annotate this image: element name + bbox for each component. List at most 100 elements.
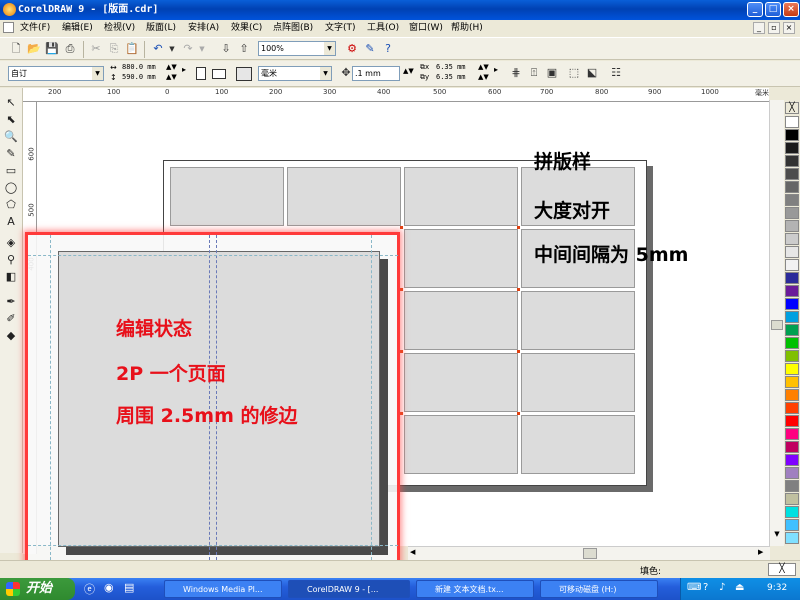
print-icon[interactable]: ⎙ (62, 41, 78, 57)
menu-window[interactable]: 窗口(W) (406, 21, 446, 35)
tray-volume-icon[interactable]: ♪ (719, 582, 725, 593)
color-swatch[interactable] (785, 207, 799, 219)
doc-minimize-button[interactable]: _ (753, 22, 765, 34)
color-swatch[interactable] (785, 272, 799, 284)
sheet-cell[interactable] (404, 291, 518, 350)
duplicate-offset-y-field[interactable]: 6.35 mm (436, 73, 466, 81)
color-swatch[interactable] (785, 220, 799, 232)
page-height-field[interactable]: 590.0 mm (122, 73, 156, 81)
sheet-cell[interactable] (521, 291, 635, 350)
units-select[interactable]: 毫米 ▼ (258, 66, 332, 81)
doc-close-button[interactable]: × (783, 22, 795, 34)
quicklaunch-browser-icon[interactable]: ◉ (104, 581, 118, 595)
options-icon[interactable]: ☷ (608, 65, 624, 81)
sheet-cell[interactable] (521, 415, 635, 474)
menu-layout[interactable]: 版面(L) (143, 21, 179, 35)
ellipse-tool-icon[interactable]: ◯ (4, 181, 18, 195)
shape-tool-icon[interactable]: ⬉ (4, 113, 18, 127)
pick-tool-icon[interactable]: ↖ (4, 96, 18, 110)
horizontal-scroll-thumb[interactable] (583, 548, 597, 559)
fill-none-indicator[interactable]: ╳ (768, 563, 796, 576)
spinner-arrow-icon[interactable]: ▸ (494, 65, 498, 74)
color-swatch[interactable] (785, 415, 799, 427)
color-swatch[interactable] (785, 493, 799, 505)
color-swatch[interactable] (785, 480, 799, 492)
text-tool-icon[interactable]: A (4, 215, 18, 229)
scroll-right-icon[interactable]: ▶ (758, 548, 768, 559)
close-button[interactable]: × (783, 2, 799, 17)
vertical-scrollbar[interactable]: ▼ (769, 100, 784, 546)
horizontal-scrollbar[interactable]: ◀ ▶ (408, 546, 770, 560)
clock[interactable]: 9:32 (767, 583, 787, 593)
nudge-spinner-icon[interactable]: ▲▼ (403, 67, 414, 75)
new-file-icon[interactable]: 🗋 (8, 41, 24, 57)
quicklaunch-ie-icon[interactable]: ⓔ (84, 581, 98, 596)
horizontal-ruler[interactable]: 200 100 0 100 200 300 400 500 600 700 80… (23, 88, 769, 102)
quicklaunch-desktop-icon[interactable]: ▤ (124, 581, 138, 595)
zoom-tool-icon[interactable]: 🔍 (4, 130, 18, 144)
maximize-button[interactable]: □ (765, 2, 781, 17)
color-swatch[interactable] (785, 116, 799, 128)
color-swatch[interactable] (785, 194, 799, 206)
snap-guidelines-icon[interactable]: ⍐ (526, 65, 542, 81)
menu-edit[interactable]: 编辑(E) (59, 21, 96, 35)
help-pointer-icon[interactable]: ? (380, 41, 396, 57)
height-spinner-icon[interactable]: ▲▼ (166, 73, 177, 81)
cut-icon[interactable]: ✂ (88, 41, 104, 57)
menu-file[interactable]: 文件(F) (17, 21, 53, 35)
two-page-spread[interactable] (58, 251, 380, 547)
color-swatch[interactable] (785, 519, 799, 531)
menu-text[interactable]: 文字(T) (322, 21, 359, 35)
sheet-cell[interactable] (404, 415, 518, 474)
color-swatch[interactable] (785, 350, 799, 362)
color-swatch[interactable] (785, 129, 799, 141)
page-frame-icon[interactable] (236, 67, 252, 81)
paste-icon[interactable]: 📋 (124, 41, 140, 57)
zoom-level-select[interactable]: 100% ▼ (258, 41, 336, 56)
color-swatch[interactable] (785, 402, 799, 414)
tray-help-icon[interactable]: ? (703, 582, 708, 593)
copy-icon[interactable]: ⎘ (106, 41, 122, 57)
sheet-cell[interactable] (170, 167, 284, 226)
menu-effects[interactable]: 效果(C) (228, 21, 265, 35)
taskbar-item-media-player[interactable]: Windows Media Pl... (164, 580, 282, 598)
treat-as-filled-icon[interactable]: ⬚ (566, 65, 582, 81)
color-swatch[interactable] (785, 181, 799, 193)
scroll-down-icon[interactable]: ▼ (771, 530, 783, 542)
vertical-scroll-thumb[interactable] (771, 320, 783, 330)
menu-bitmaps[interactable]: 点阵图(B) (270, 21, 316, 35)
shadow-tool-icon[interactable]: ◧ (4, 270, 18, 284)
color-swatch[interactable] (785, 363, 799, 375)
taskbar-item-coreldraw[interactable]: CorelDRAW 9 - [... (288, 580, 410, 598)
sheet-cell[interactable] (404, 229, 518, 288)
snap-objects-icon[interactable]: ▣ (544, 65, 560, 81)
color-swatch[interactable] (785, 532, 799, 544)
landscape-icon[interactable] (212, 69, 226, 79)
color-swatch[interactable] (785, 142, 799, 154)
taskbar-item-notepad[interactable]: 新建 文本文档.tx... (416, 580, 534, 598)
sheet-cell[interactable] (404, 353, 518, 412)
width-spinner-icon[interactable]: ▲▼ (166, 63, 177, 71)
color-swatch[interactable] (785, 311, 799, 323)
import-icon[interactable]: ⇩ (218, 41, 234, 57)
taskbar-item-removable-disk[interactable]: 可移动磁盘 (H:) (540, 580, 658, 598)
doc-restore-button[interactable]: ▫ (768, 22, 780, 34)
snap-grid-icon[interactable]: ⋕ (508, 65, 524, 81)
paper-preset-select[interactable]: 自订 ▼ (8, 66, 104, 81)
nudge-offset-field[interactable]: .1 mm (352, 66, 400, 81)
sheet-cell[interactable] (287, 167, 401, 226)
dup-x-spinner-icon[interactable]: ▲▼ (478, 63, 489, 71)
open-folder-icon[interactable]: 📂 (26, 41, 42, 57)
redo-dropdown-icon[interactable]: ▼ (194, 41, 210, 57)
duplicate-offset-x-field[interactable]: 6.35 mm (436, 63, 466, 71)
sheet-cell[interactable] (404, 167, 518, 226)
polygon-tool-icon[interactable]: ⬠ (4, 198, 18, 212)
tray-safely-remove-icon[interactable]: ⏏ (735, 582, 744, 593)
whats-this-icon[interactable]: ✎ (362, 41, 378, 57)
color-swatch[interactable] (785, 454, 799, 466)
color-swatch[interactable] (785, 168, 799, 180)
document-icon[interactable] (3, 22, 14, 33)
export-icon[interactable]: ⇧ (236, 41, 252, 57)
color-swatch[interactable] (785, 233, 799, 245)
menu-view[interactable]: 检视(V) (101, 21, 138, 35)
